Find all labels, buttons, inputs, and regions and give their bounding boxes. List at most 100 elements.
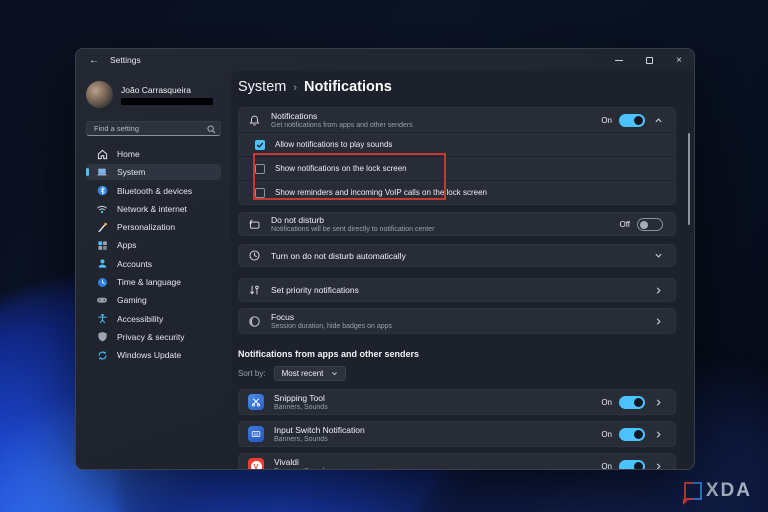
- scrollbar-thumb[interactable]: [688, 133, 691, 225]
- focus-icon: [248, 315, 261, 328]
- sidebar-item-privacy-security[interactable]: Privacy & security: [86, 329, 221, 345]
- minimize-icon: [615, 60, 623, 61]
- sidebar-item-label: Personalization: [117, 222, 175, 232]
- input-switch-icon: [248, 426, 264, 442]
- sidebar-item-label: Privacy & security: [117, 332, 185, 342]
- do-not-disturb-toggle[interactable]: [637, 218, 663, 231]
- account-header[interactable]: João Carrasqueira: [86, 81, 221, 108]
- lock-screen-notifications-row[interactable]: Show notifications on the lock screen: [239, 156, 675, 180]
- sidebar-item-apps[interactable]: Apps: [86, 237, 221, 253]
- app-subtitle: Banners, Sounds: [274, 404, 328, 411]
- sidebar-item-label: Bluetooth & devices: [117, 186, 192, 196]
- card-title: Set priority notifications: [271, 285, 359, 295]
- checkbox-checked-icon[interactable]: [255, 140, 265, 150]
- chevron-right-icon[interactable]: [654, 398, 663, 407]
- lock-screen-reminders-row[interactable]: Show reminders and incoming VoIP calls o…: [239, 180, 675, 204]
- sidebar-item-label: Apps: [117, 240, 136, 250]
- apps-grid-icon: [96, 239, 108, 251]
- snipping-tool-icon: [248, 394, 264, 410]
- chevron-up-icon[interactable]: [654, 116, 663, 125]
- sidebar-item-accounts[interactable]: Accounts: [86, 256, 221, 272]
- toggle-state-label: On: [601, 430, 612, 439]
- sidebar-nav: Home System Bluetooth & devices Network …: [86, 146, 221, 366]
- sidebar-item-accessibility[interactable]: Accessibility: [86, 311, 221, 327]
- xda-watermark: XDA: [684, 481, 752, 500]
- titlebar: ← Settings ×: [76, 49, 694, 71]
- gamepad-icon: [96, 294, 108, 306]
- brush-icon: [96, 221, 108, 233]
- checkbox-unchecked-icon[interactable]: [255, 188, 265, 198]
- sidebar-item-bluetooth-devices[interactable]: Bluetooth & devices: [86, 183, 221, 199]
- chevron-right-icon[interactable]: [654, 317, 663, 326]
- search-input[interactable]: [86, 121, 221, 136]
- back-button[interactable]: ←: [86, 55, 102, 66]
- notifications-card[interactable]: Notifications Get notifications from app…: [239, 108, 675, 132]
- chevron-right-icon[interactable]: [654, 430, 663, 439]
- dnd-automatic-card[interactable]: Turn on do not disturb automatically: [238, 244, 676, 267]
- toggle-state-label: On: [601, 462, 612, 471]
- sidebar-item-label: Accessibility: [117, 314, 163, 324]
- app-row-input-switch[interactable]: Input Switch Notification Banners, Sound…: [238, 421, 676, 447]
- vivaldi-toggle[interactable]: [619, 460, 645, 471]
- sidebar-item-time-language[interactable]: Time & language: [86, 274, 221, 290]
- breadcrumb-root[interactable]: System: [238, 79, 286, 95]
- card-subtitle: Session duration, hide badges on apps: [271, 323, 392, 330]
- play-sounds-row[interactable]: Allow notifications to play sounds: [239, 132, 675, 156]
- notifications-toggle[interactable]: [619, 114, 645, 127]
- do-not-disturb-card[interactable]: Do not disturb Notifications will be sen…: [238, 212, 676, 236]
- checkbox-unchecked-icon[interactable]: [255, 164, 265, 174]
- desktop-wallpaper: XDA ← Settings × João Carrasqueira: [0, 0, 768, 512]
- xda-watermark-text: XDA: [706, 481, 752, 500]
- notifications-expander: Notifications Get notifications from app…: [238, 107, 676, 205]
- clock-icon: [96, 276, 108, 288]
- sidebar-item-network-internet[interactable]: Network & internet: [86, 201, 221, 217]
- app-name: Vivaldi: [274, 457, 328, 467]
- sidebar: João Carrasqueira Home: [76, 71, 231, 470]
- breadcrumb-separator-icon: ›: [293, 82, 297, 94]
- minimize-button[interactable]: [604, 49, 634, 71]
- maximize-button[interactable]: [634, 49, 664, 71]
- account-name: João Carrasqueira: [121, 85, 213, 95]
- sidebar-item-label: Home: [117, 149, 140, 159]
- app-row-vivaldi[interactable]: V Vivaldi Banners, Sounds On: [238, 453, 676, 470]
- app-row-snipping-tool[interactable]: Snipping Tool Banners, Sounds On: [238, 389, 676, 415]
- section-title: Notifications from apps and other sender…: [238, 349, 676, 359]
- home-icon: [96, 148, 108, 160]
- sidebar-item-label: Gaming: [117, 295, 147, 305]
- snipping-tool-toggle[interactable]: [619, 396, 645, 409]
- focus-card[interactable]: Focus Session duration, hide badges on a…: [238, 308, 676, 334]
- app-name: Snipping Tool: [274, 393, 328, 403]
- bell-icon: [248, 114, 261, 127]
- sort-dropdown-value: Most recent: [282, 369, 324, 378]
- sidebar-item-home[interactable]: Home: [86, 146, 221, 162]
- chevron-down-icon[interactable]: [654, 251, 663, 260]
- sort-row: Sort by: Most recent: [238, 366, 676, 381]
- sidebar-item-windows-update[interactable]: Windows Update: [86, 347, 221, 363]
- page-title: Notifications: [304, 79, 392, 95]
- sort-dropdown[interactable]: Most recent: [274, 366, 347, 381]
- sort-by-label: Sort by:: [238, 369, 266, 378]
- toggle-state-label: On: [601, 398, 612, 407]
- sidebar-item-label: Network & internet: [117, 204, 187, 214]
- input-switch-toggle[interactable]: [619, 428, 645, 441]
- do-not-disturb-icon: [248, 218, 261, 231]
- sidebar-item-label: System: [117, 167, 145, 177]
- sidebar-item-gaming[interactable]: Gaming: [86, 292, 221, 308]
- system-icon: [96, 166, 108, 178]
- breadcrumb: System › Notifications: [238, 79, 676, 95]
- maximize-icon: [646, 57, 653, 64]
- sidebar-item-label: Accounts: [117, 259, 152, 269]
- priority-icon: [248, 284, 261, 297]
- window-controls: ×: [604, 49, 694, 71]
- app-subtitle: Banners, Sounds: [274, 436, 365, 443]
- priority-notifications-card[interactable]: Set priority notifications: [238, 278, 676, 302]
- xda-logo-bracket-icon: [693, 482, 702, 500]
- shield-icon: [96, 331, 108, 343]
- sidebar-item-personalization[interactable]: Personalization: [86, 219, 221, 235]
- chevron-right-icon[interactable]: [654, 286, 663, 295]
- chevron-right-icon[interactable]: [654, 462, 663, 471]
- close-button[interactable]: ×: [664, 49, 694, 71]
- avatar: [86, 81, 113, 108]
- sidebar-item-system[interactable]: System: [86, 164, 221, 180]
- sidebar-item-label: Time & language: [117, 277, 181, 287]
